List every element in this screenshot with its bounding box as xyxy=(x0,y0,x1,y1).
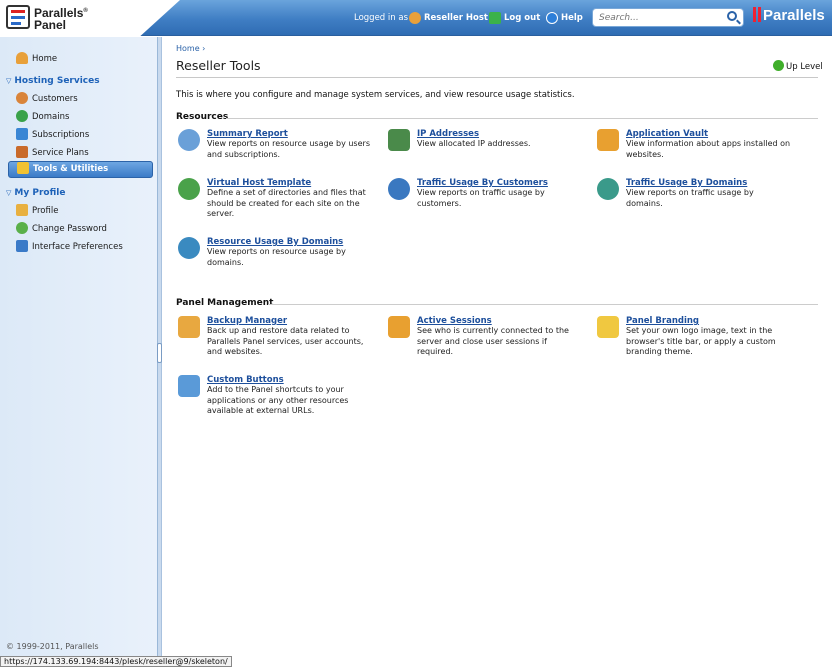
home-icon xyxy=(16,52,28,64)
active-sessions-icon xyxy=(388,316,410,338)
search-box xyxy=(592,8,744,27)
custom-buttons-icon xyxy=(178,375,200,397)
virtual-host-template-icon xyxy=(178,178,200,200)
tools-icon xyxy=(17,162,29,174)
subscriptions-icon xyxy=(16,128,28,140)
parallels-bars-icon xyxy=(753,7,756,22)
page-title: Reseller Tools xyxy=(176,58,261,73)
application-vault-icon xyxy=(597,129,619,151)
traffic-usage-customers-icon xyxy=(388,178,410,200)
user-icon xyxy=(409,11,421,24)
traffic-usage-domains-icon xyxy=(597,178,619,200)
sidebar-item-subscriptions[interactable]: Subscriptions xyxy=(16,127,89,143)
main-content: Home › Reseller Tools Up Level This is w… xyxy=(176,44,823,415)
sidebar-item-change-password[interactable]: Change Password xyxy=(16,221,107,237)
expand-icon: ▽ xyxy=(6,189,12,197)
sidebar-section-hosting-services[interactable]: ▽ Hosting Services xyxy=(6,76,100,86)
sidebar-item-service-plans[interactable]: Service Plans xyxy=(16,145,89,161)
service-plans-icon xyxy=(16,146,28,158)
search-icon[interactable] xyxy=(727,11,737,21)
intro-text: This is where you configure and manage s… xyxy=(176,90,575,100)
logged-in-label: Logged in as xyxy=(354,13,408,23)
logout-link[interactable]: Log out xyxy=(489,11,540,25)
sidebar: Home ▽ Hosting Services Customers Domains… xyxy=(0,37,158,656)
sidebar-item-interface-preferences[interactable]: Interface Preferences xyxy=(16,239,123,255)
title-divider xyxy=(176,77,818,78)
logout-icon xyxy=(489,11,501,24)
browser-status-bar: https://174.133.69.194:8443/plesk/resell… xyxy=(0,656,232,667)
ip-addresses-icon xyxy=(388,129,410,151)
customers-icon xyxy=(16,92,28,104)
sidebar-section-my-profile[interactable]: ▽ My Profile xyxy=(6,188,65,198)
parallels-brand: Parallels xyxy=(753,7,825,24)
domains-icon xyxy=(16,110,28,122)
parallels-bars-icon xyxy=(758,7,761,22)
parallels-panel-logo-icon xyxy=(6,5,30,29)
logo-line2: Panel xyxy=(34,18,67,32)
backup-manager-icon xyxy=(178,316,200,338)
sidebar-collapse-handle[interactable] xyxy=(157,343,162,363)
key-icon xyxy=(16,222,28,234)
up-level-button[interactable]: Up Level xyxy=(773,60,823,72)
expand-icon: ▽ xyxy=(6,77,12,85)
sidebar-item-tools-utilities[interactable]: Tools & Utilities xyxy=(8,161,153,178)
help-icon xyxy=(546,11,558,24)
section-panel-management: Panel Management xyxy=(176,298,818,308)
user-link[interactable]: Reseller Host xyxy=(409,11,488,25)
up-arrow-icon xyxy=(773,60,784,71)
sidebar-item-customers[interactable]: Customers xyxy=(16,91,78,107)
logo[interactable]: Parallels® Panel xyxy=(0,0,180,36)
resource-usage-domains-icon xyxy=(178,237,200,259)
sidebar-item-home[interactable]: Home xyxy=(16,51,57,67)
section-resources: Resources xyxy=(176,112,818,122)
breadcrumb-home[interactable]: Home › xyxy=(176,44,205,53)
sidebar-item-profile[interactable]: Profile xyxy=(16,203,58,219)
panel-branding-icon xyxy=(597,316,619,338)
search-input[interactable] xyxy=(593,9,713,26)
summary-report-icon xyxy=(178,129,200,151)
sidebar-item-domains[interactable]: Domains xyxy=(16,109,69,125)
help-link[interactable]: Help xyxy=(546,11,583,25)
preferences-icon xyxy=(16,240,28,252)
copyright: © 1999-2011, Parallels xyxy=(6,642,99,651)
top-bar: Parallels® Panel Logged in as Reseller Ho… xyxy=(0,0,832,36)
profile-icon xyxy=(16,204,28,216)
